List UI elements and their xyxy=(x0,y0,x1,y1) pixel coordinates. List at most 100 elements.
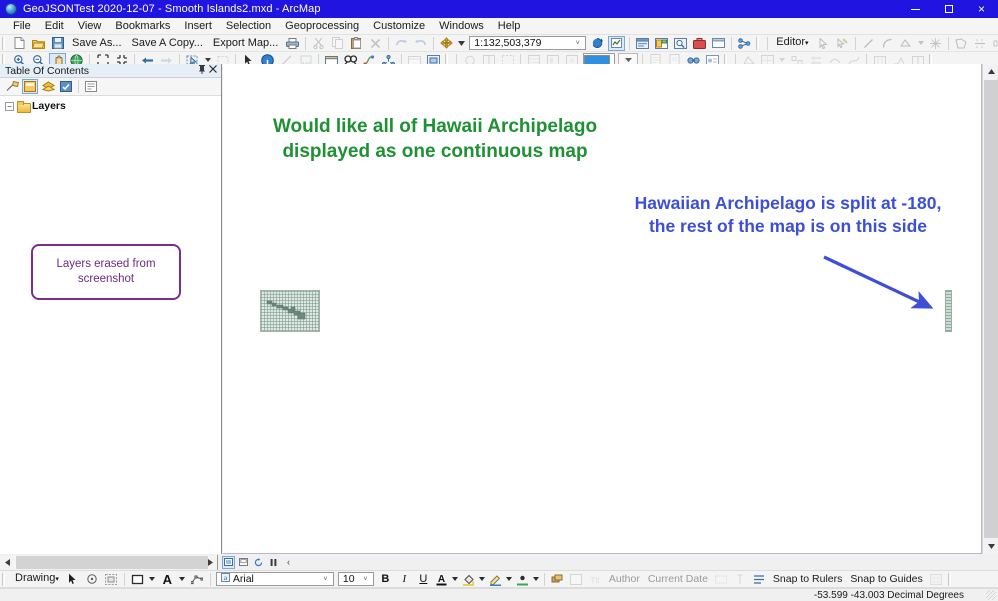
map-scale-combo[interactable]: 1:132,503,379 ˅ xyxy=(469,36,586,50)
new-map-icon[interactable] xyxy=(11,36,28,51)
menu-file[interactable]: File xyxy=(6,18,38,35)
construct-polygon-icon[interactable] xyxy=(953,36,970,51)
insert-picture-icon[interactable] xyxy=(568,572,585,587)
pin-icon[interactable] xyxy=(196,65,207,77)
scroll-track[interactable] xyxy=(14,556,203,569)
insert-dynamic-text-icon[interactable] xyxy=(732,572,749,587)
layout-view-icon[interactable] xyxy=(237,556,250,569)
mirror-features-icon[interactable] xyxy=(991,36,998,51)
draw-grip[interactable] xyxy=(2,573,7,586)
drawing-menu-button[interactable]: Drawing▾ xyxy=(10,570,64,588)
menu-windows[interactable]: Windows xyxy=(432,18,491,35)
font-color-dropdown-icon[interactable] xyxy=(451,572,459,587)
chevron-down-icon[interactable]: ▾ xyxy=(55,576,59,583)
search-window-icon[interactable] xyxy=(672,36,689,51)
toc-root-layers[interactable]: − Layers xyxy=(0,96,221,112)
font-size-combo[interactable]: 10 ˅ xyxy=(338,572,374,586)
chevron-down-icon[interactable]: ▾ xyxy=(805,40,809,47)
toc-tree[interactable]: − Layers Layers erased from screenshot xyxy=(0,96,221,554)
edit-vertices-icon[interactable] xyxy=(189,572,206,587)
snap-to-rulers-button[interactable]: Snap to Rulers xyxy=(769,571,846,587)
menu-help[interactable]: Help xyxy=(491,18,528,35)
insert-page-number-icon[interactable] xyxy=(713,572,730,587)
font-family-combo[interactable]: a Arial ˅ xyxy=(216,572,334,586)
chevron-down-icon[interactable]: ˅ xyxy=(360,576,371,583)
draw-grip-end[interactable] xyxy=(948,573,953,586)
redo-icon[interactable] xyxy=(412,36,429,51)
marker-color-dropdown-icon[interactable] xyxy=(532,572,540,587)
toolbar-grip-end[interactable] xyxy=(756,37,761,50)
export-map-button[interactable]: Export Map... xyxy=(208,36,283,51)
fill-color-dropdown-icon[interactable] xyxy=(478,572,486,587)
cut-icon[interactable] xyxy=(310,36,327,51)
select-elements-arrow-icon[interactable] xyxy=(65,572,82,587)
list-by-drawing-order-icon[interactable] xyxy=(4,79,20,94)
chevron-down-icon[interactable]: ˅ xyxy=(320,576,331,583)
editor-menu-button[interactable]: Editor▾ xyxy=(771,35,813,51)
trace-dropdown-icon[interactable] xyxy=(917,36,925,51)
map-vertical-scrollbar[interactable] xyxy=(982,64,998,554)
edit-annotation-icon[interactable] xyxy=(834,36,851,51)
toc-horizontal-scrollbar[interactable] xyxy=(0,555,218,570)
model-window-icon[interactable] xyxy=(710,36,727,51)
straight-segment-icon[interactable] xyxy=(860,36,877,51)
delete-icon[interactable] xyxy=(367,36,384,51)
save-icon[interactable] xyxy=(49,36,66,51)
align-list-icon[interactable] xyxy=(751,572,768,587)
split-tool-icon[interactable] xyxy=(972,36,989,51)
expand-collapse-icon[interactable]: − xyxy=(5,102,14,111)
menu-edit[interactable]: Edit xyxy=(38,18,71,35)
snap-to-guides-button[interactable]: Snap to Guides xyxy=(846,571,926,587)
marker-color-icon[interactable] xyxy=(515,572,530,587)
menu-insert[interactable]: Insert xyxy=(177,18,219,35)
font-color-icon[interactable]: A xyxy=(434,572,449,587)
line-color-dropdown-icon[interactable] xyxy=(505,572,513,587)
snapping-icon[interactable] xyxy=(927,36,944,51)
hawaiian-islands-selection[interactable] xyxy=(260,290,320,332)
insert-author-button[interactable]: Author xyxy=(605,571,644,587)
menu-bookmarks[interactable]: Bookmarks xyxy=(108,18,177,35)
maximize-button[interactable] xyxy=(932,0,965,18)
scroll-up-button[interactable] xyxy=(983,64,998,79)
menu-view[interactable]: View xyxy=(71,18,109,35)
snap-to-grid-icon[interactable] xyxy=(928,572,945,587)
underline-button[interactable]: U xyxy=(416,572,431,587)
fill-color-icon[interactable] xyxy=(461,572,476,587)
new-rectangle-icon[interactable] xyxy=(129,572,146,587)
scroll-left-button[interactable] xyxy=(0,555,14,570)
add-data-icon[interactable] xyxy=(438,36,455,51)
print-icon[interactable] xyxy=(284,36,301,51)
menu-selection[interactable]: Selection xyxy=(219,18,278,35)
previous-view-icon[interactable]: ‹ xyxy=(282,556,295,569)
copy-icon[interactable] xyxy=(329,36,346,51)
geoprocessing-results-icon[interactable] xyxy=(736,36,753,51)
menu-customize[interactable]: Customize xyxy=(366,18,432,35)
new-text-dropdown-icon[interactable] xyxy=(178,572,187,587)
insert-current-date-button[interactable]: Current Date xyxy=(644,571,712,587)
close-icon[interactable] xyxy=(207,65,218,76)
refresh-icon[interactable] xyxy=(252,556,265,569)
curve-segment-icon[interactable] xyxy=(879,36,896,51)
resize-grip[interactable] xyxy=(986,590,996,600)
python-window-icon[interactable] xyxy=(608,36,625,51)
new-text-icon[interactable]: A xyxy=(159,572,176,587)
trace-tool-icon[interactable] xyxy=(898,36,915,51)
list-by-source-icon[interactable] xyxy=(22,79,38,94)
map-canvas[interactable]: Would like all of Hawaii Archipelago dis… xyxy=(223,64,982,554)
arrange-elements-icon[interactable] xyxy=(103,572,120,587)
save-as-button[interactable]: Save As... xyxy=(67,36,127,51)
add-data-dropdown-icon[interactable] xyxy=(457,36,466,51)
scroll-thumb[interactable] xyxy=(984,80,998,538)
menu-geoprocessing[interactable]: Geoprocessing xyxy=(278,18,366,35)
new-shape-dropdown-icon[interactable] xyxy=(148,572,157,587)
save-a-copy-button[interactable]: Save A Copy... xyxy=(127,36,208,51)
line-color-icon[interactable] xyxy=(488,572,503,587)
arctoolbox-window-icon[interactable] xyxy=(691,36,708,51)
drawing-order-icon[interactable] xyxy=(549,572,566,587)
toc-window-icon[interactable] xyxy=(634,36,651,51)
open-map-icon[interactable] xyxy=(30,36,47,51)
split-edge-features[interactable] xyxy=(945,290,952,332)
list-by-selection-icon[interactable] xyxy=(58,79,74,94)
scroll-thumb-horizontal[interactable] xyxy=(16,556,208,569)
insert-title-icon[interactable]: Ttl xyxy=(587,572,604,587)
